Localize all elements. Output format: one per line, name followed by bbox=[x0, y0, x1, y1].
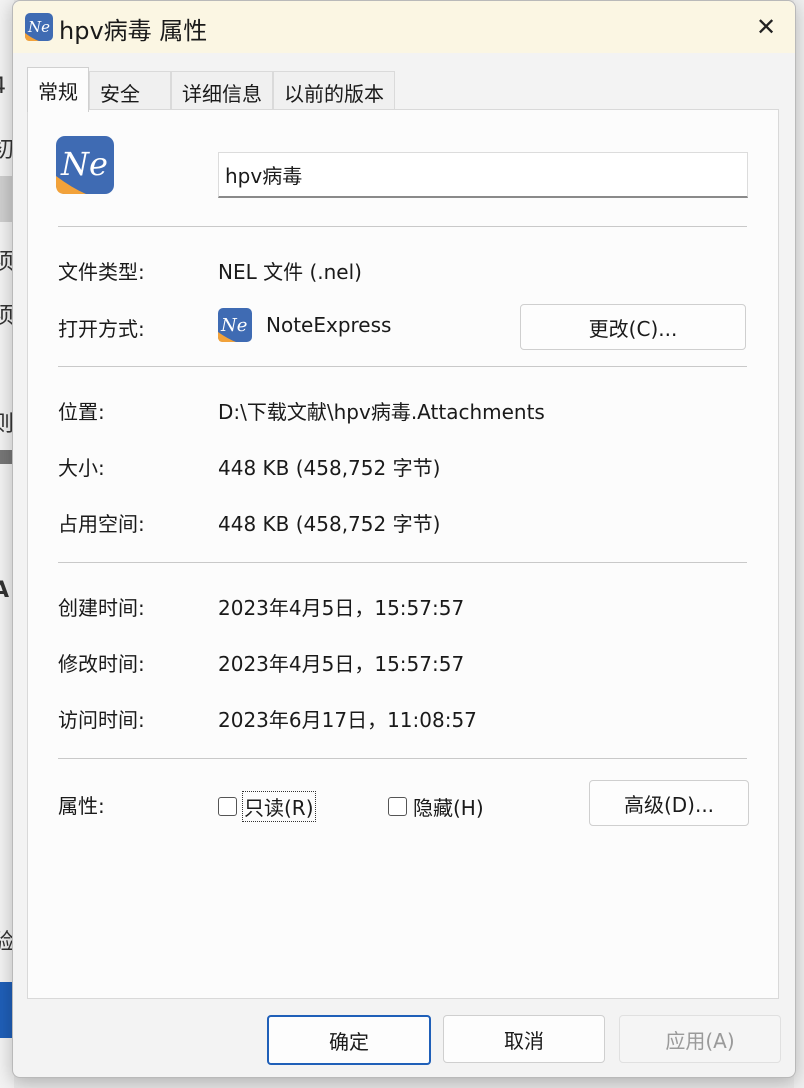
tab-security[interactable]: 安全 bbox=[89, 71, 171, 112]
hidden-checkbox[interactable]: 隐藏(H) bbox=[388, 792, 484, 821]
modified-label: 修改时间: bbox=[58, 652, 145, 676]
divider bbox=[58, 562, 747, 563]
svg-text:Ne: Ne bbox=[220, 315, 247, 336]
tab-previous-versions[interactable]: 以前的版本 bbox=[273, 71, 395, 112]
general-panel: Ne 文件类型: NEL 文件 (.nel) 打开方式: Ne NoteExpr… bbox=[27, 109, 779, 999]
attributes-label: 属性: bbox=[58, 794, 105, 818]
title-bar[interactable]: Ne hpv病毒 属性 ✕ bbox=[13, 1, 795, 53]
background-text: A bbox=[0, 578, 10, 603]
tab-general[interactable]: 常规 bbox=[27, 67, 89, 112]
accessed-label: 访问时间: bbox=[58, 708, 145, 732]
readonly-label: 只读(R) bbox=[242, 791, 316, 822]
ok-button[interactable]: 确定 bbox=[267, 1015, 431, 1065]
created-value: 2023年4月5日，15:57:57 bbox=[218, 596, 465, 620]
tab-details[interactable]: 详细信息 bbox=[171, 71, 273, 112]
file-name-input[interactable] bbox=[218, 152, 748, 198]
background-text: 4 bbox=[0, 74, 6, 99]
divider bbox=[58, 226, 747, 227]
readonly-checkbox[interactable]: 只读(R) bbox=[218, 791, 316, 822]
window-title: hpv病毒 属性 bbox=[59, 17, 208, 45]
hidden-label: 隐藏(H) bbox=[413, 796, 484, 820]
file-type-icon: Ne bbox=[56, 136, 114, 194]
svg-text:Ne: Ne bbox=[27, 18, 50, 36]
cancel-button[interactable]: 取消 bbox=[443, 1015, 605, 1063]
location-value: D:\下载文献\hpv病毒.Attachments bbox=[218, 400, 545, 424]
noteexpress-icon: Ne bbox=[25, 13, 53, 41]
location-label: 位置: bbox=[58, 400, 105, 424]
file-type-value: NEL 文件 (.nel) bbox=[218, 260, 362, 284]
checkbox-box[interactable] bbox=[388, 797, 407, 816]
file-type-label: 文件类型: bbox=[58, 260, 145, 284]
checkbox-box[interactable] bbox=[218, 797, 237, 816]
tab-strip: 常规 安全 详细信息 以前的版本 bbox=[27, 67, 395, 112]
divider bbox=[58, 366, 747, 367]
size-value: 448 KB (458,752 字节) bbox=[218, 456, 441, 480]
size-on-disk-value: 448 KB (458,752 字节) bbox=[218, 512, 441, 536]
change-button[interactable]: 更改(C)... bbox=[520, 304, 746, 350]
apply-button[interactable]: 应用(A) bbox=[619, 1015, 781, 1063]
accessed-value: 2023年6月17日，11:08:57 bbox=[218, 708, 477, 732]
size-label: 大小: bbox=[58, 456, 105, 480]
open-with-value: NoteExpress bbox=[266, 313, 392, 337]
advanced-button[interactable]: 高级(D)... bbox=[589, 780, 749, 826]
svg-text:Ne: Ne bbox=[60, 145, 108, 183]
noteexpress-app-icon: Ne bbox=[218, 308, 252, 342]
modified-value: 2023年4月5日，15:57:57 bbox=[218, 652, 465, 676]
close-icon: ✕ bbox=[755, 13, 777, 41]
divider bbox=[58, 758, 747, 759]
size-on-disk-label: 占用空间: bbox=[58, 512, 145, 536]
created-label: 创建时间: bbox=[58, 596, 145, 620]
open-with-label: 打开方式: bbox=[58, 317, 145, 341]
close-button[interactable]: ✕ bbox=[737, 1, 795, 53]
properties-dialog: Ne hpv病毒 属性 ✕ 常规 安全 详细信息 以前的版本 Ne 文件类型: … bbox=[12, 0, 796, 1078]
